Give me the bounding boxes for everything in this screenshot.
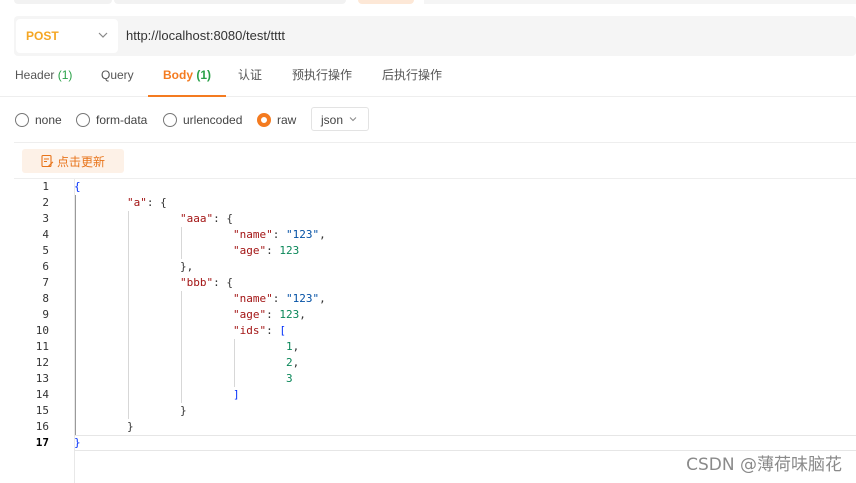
tab-body[interactable]: Body (1)	[148, 60, 227, 97]
code-line: "ids": [	[233, 324, 286, 337]
radio-label: none	[35, 113, 62, 127]
tab-post-request[interactable]: 后执行操作	[382, 60, 442, 95]
previous-tab-edge[interactable]	[114, 0, 346, 4]
format-value: json	[321, 113, 344, 127]
line-number: 11	[35, 340, 49, 353]
method-label: POST	[26, 29, 59, 43]
code-line: }	[74, 436, 81, 449]
tab-label: Body	[163, 68, 193, 82]
radio-urlencoded[interactable]: urlencoded	[163, 110, 242, 130]
line-number: 5	[42, 244, 49, 257]
code-line: }	[180, 404, 187, 417]
body-type-options: none form-data urlencoded raw json	[0, 106, 856, 134]
line-number: 9	[42, 308, 49, 321]
indent-guide	[234, 339, 235, 387]
code-line: "name": "123",	[233, 228, 326, 241]
code-line: {	[74, 180, 81, 193]
line-number: 3	[42, 212, 49, 225]
radio-raw[interactable]: raw	[257, 110, 296, 130]
code-line: "bbb": {	[180, 276, 233, 289]
tab-count: (1)	[196, 68, 212, 82]
line-number-current: 17	[35, 436, 49, 449]
line-number: 12	[35, 356, 49, 369]
radio-label: form-data	[96, 113, 148, 127]
line-number: 14	[35, 388, 49, 401]
refresh-label: 点击更新	[57, 154, 106, 169]
format-select[interactable]: json	[311, 107, 369, 131]
code-area[interactable]: { "a": { "aaa": { "name": "123", "age": …	[74, 179, 856, 483]
edit-note-icon	[41, 154, 54, 168]
code-line: 3	[286, 372, 293, 385]
tab-label: 认证	[238, 68, 263, 82]
json-editor[interactable]: 1 2 3 4 5 6 7 8 9 10 11 12 13 14 15 16 1…	[14, 179, 856, 483]
radio-form-data[interactable]: form-data	[76, 110, 147, 130]
code-line: "age": 123,	[233, 308, 306, 321]
tab-label: 预执行操作	[292, 68, 353, 82]
top-strip	[0, 0, 856, 8]
indent-guide	[128, 211, 129, 419]
tab-label: Header	[15, 68, 55, 82]
line-number: 10	[35, 324, 49, 337]
chevron-down-icon	[349, 117, 357, 122]
method-select[interactable]: POST	[16, 19, 118, 53]
tab-label: Query	[101, 68, 134, 82]
watermark: CSDN @薄荷味脑花	[686, 455, 842, 475]
line-number: 7	[42, 276, 49, 289]
indent-guide	[181, 227, 182, 259]
line-number: 13	[35, 372, 49, 385]
previous-tab-edge-active[interactable]	[358, 0, 414, 4]
tab-count: (1)	[57, 68, 73, 82]
line-number: 15	[35, 404, 49, 417]
current-line-highlight	[74, 435, 856, 451]
line-number: 6	[42, 260, 49, 273]
line-number: 16	[35, 420, 49, 433]
radio-circle	[257, 113, 271, 127]
request-tabs: Header (1) Query Body (1) 认证 预执行操作 后执行操作	[0, 60, 856, 97]
line-number-gutter: 1 2 3 4 5 6 7 8 9 10 11 12 13 14 15 16 1…	[14, 179, 75, 483]
radio-none[interactable]: none	[15, 110, 62, 130]
tab-header[interactable]: Header (1)	[15, 60, 72, 95]
radio-circle	[163, 113, 177, 127]
refresh-button[interactable]: 点击更新	[22, 149, 124, 173]
code-line: "age": 123	[233, 244, 300, 257]
indent-guide	[181, 291, 182, 403]
previous-tab-edge[interactable]	[14, 0, 112, 4]
chevron-down-icon	[98, 32, 108, 38]
code-line: },	[180, 260, 194, 273]
previous-panel-edge	[424, 0, 856, 4]
line-number: 2	[42, 196, 49, 209]
indent-guide	[75, 195, 76, 435]
code-line: 2,	[286, 356, 300, 369]
radio-label: urlencoded	[183, 113, 243, 127]
tab-auth[interactable]: 认证	[238, 60, 262, 95]
line-number: 8	[42, 292, 49, 305]
tab-pre-request[interactable]: 预执行操作	[292, 60, 352, 95]
line-number: 4	[42, 228, 49, 241]
line-number: 1	[42, 180, 49, 193]
code-line: "aaa": {	[180, 212, 233, 225]
tab-query[interactable]: Query	[101, 60, 134, 95]
radio-circle	[15, 113, 29, 127]
tab-label: 后执行操作	[382, 68, 443, 82]
radio-circle	[76, 113, 90, 127]
request-url-bar: POST http://localhost:8080/test/tttt	[14, 16, 856, 56]
code-line: ]	[233, 388, 240, 401]
code-line: "a": {	[127, 196, 167, 209]
code-line: "name": "123",	[233, 292, 326, 305]
code-line: }	[127, 420, 134, 433]
code-line: 1,	[286, 340, 300, 353]
radio-label: raw	[277, 113, 297, 127]
url-input[interactable]: http://localhost:8080/test/tttt	[126, 28, 285, 43]
divider	[14, 142, 856, 143]
